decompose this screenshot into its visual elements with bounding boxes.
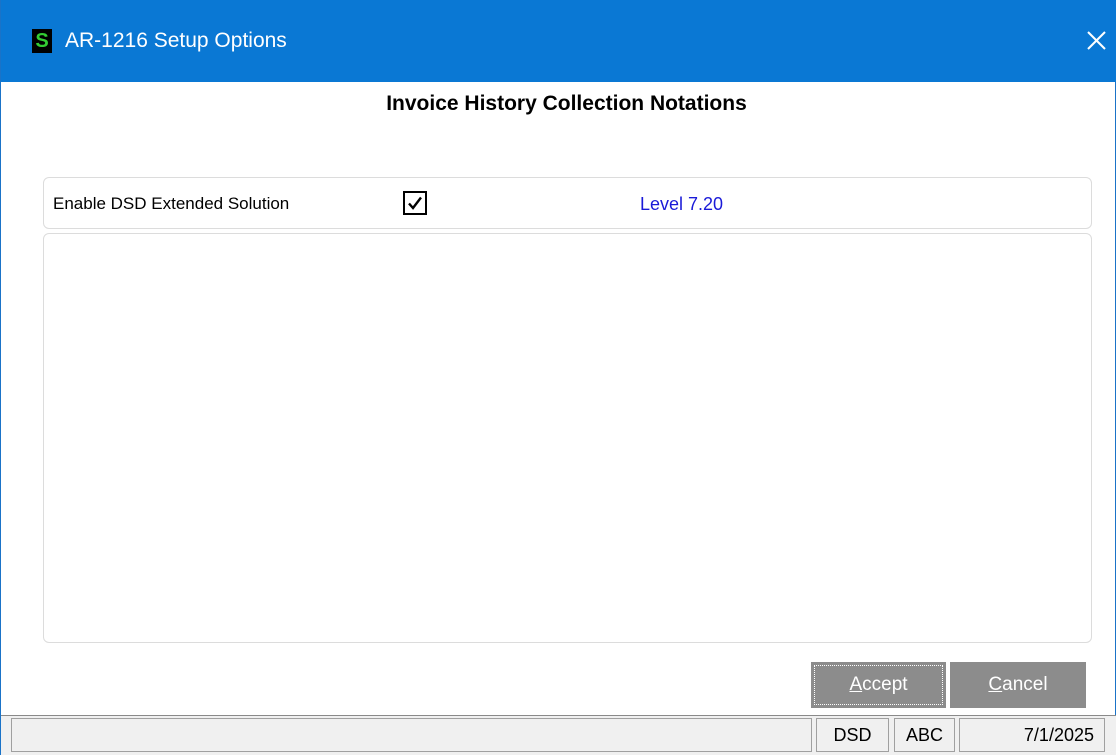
status-company-code: DSD [816,718,889,752]
cancel-button-label: Cancel [988,674,1048,695]
setup-options-window: S AR-1216 Setup Options Invoice History … [0,0,1116,755]
accept-button[interactable]: Accept [811,662,946,708]
status-bar: DSD ABC 7/1/2025 [1,715,1116,755]
window-title: AR-1216 Setup Options [65,29,287,52]
status-date: 7/1/2025 [959,718,1105,752]
content-panel [43,233,1092,643]
cancel-button[interactable]: Cancel [950,662,1086,708]
app-logo-icon: S [32,29,52,53]
title-bar[interactable]: S AR-1216 Setup Options [1,0,1116,82]
status-company-abbrev: ABC [894,718,955,752]
focus-ring [814,665,943,705]
enable-extended-solution-label: Enable DSD Extended Solution [53,194,290,213]
close-icon[interactable] [1079,24,1113,58]
option-panel: Enable DSD Extended Solution Level 7.20 [43,177,1092,229]
enable-extended-solution-checkbox[interactable] [403,191,427,215]
level-text: Level 7.20 [640,194,724,214]
dialog-heading: Invoice History Collection Notations [386,92,747,115]
status-message [11,718,812,752]
checkmark-icon [408,196,422,210]
